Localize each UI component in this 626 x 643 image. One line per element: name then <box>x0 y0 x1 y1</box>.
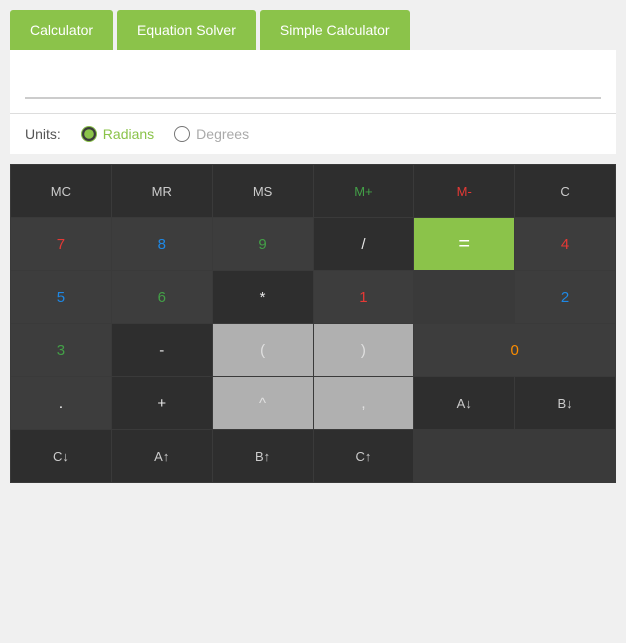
btn-1[interactable]: 1 <box>314 271 414 323</box>
btn-b-down[interactable]: B↓ <box>515 377 615 429</box>
units-row: Units: Radians Degrees <box>10 114 616 154</box>
btn-mc[interactable]: MC <box>11 165 111 217</box>
btn-3[interactable]: 3 <box>11 324 111 376</box>
degrees-radio[interactable] <box>174 126 190 142</box>
degrees-group: Degrees <box>174 126 249 142</box>
btn-b-up[interactable]: B↑ <box>213 430 313 482</box>
display-input[interactable] <box>25 60 601 99</box>
btn-8[interactable]: 8 <box>112 218 212 270</box>
btn-6[interactable]: 6 <box>112 271 212 323</box>
btn-multiply[interactable]: * <box>213 271 313 323</box>
calculator-grid: MC MR MS M+ M- C 7 8 9 / = 4 5 6 * 1 2 3… <box>10 164 616 483</box>
btn-2[interactable]: 2 <box>515 271 615 323</box>
btn-comma[interactable]: , <box>314 377 414 429</box>
btn-0[interactable]: 0 <box>414 324 615 376</box>
tab-equation-solver[interactable]: Equation Solver <box>117 10 256 50</box>
btn-mminus[interactable]: M- <box>414 165 514 217</box>
btn-divide[interactable]: / <box>314 218 414 270</box>
btn-dot[interactable]: . <box>11 377 111 429</box>
btn-4[interactable]: 4 <box>515 218 615 270</box>
radians-label: Radians <box>103 126 154 142</box>
btn-a-down[interactable]: A↓ <box>414 377 514 429</box>
tab-calculator[interactable]: Calculator <box>10 10 113 50</box>
btn-mr[interactable]: MR <box>112 165 212 217</box>
btn-7[interactable]: 7 <box>11 218 111 270</box>
btn-mplus[interactable]: M+ <box>314 165 414 217</box>
btn-ms[interactable]: MS <box>213 165 313 217</box>
degrees-label: Degrees <box>196 126 249 142</box>
btn-close-paren[interactable]: ) <box>314 324 414 376</box>
btn-5[interactable]: 5 <box>11 271 111 323</box>
units-label: Units: <box>25 126 61 142</box>
btn-plus[interactable]: + <box>112 377 212 429</box>
btn-c[interactable]: C <box>515 165 615 217</box>
radians-radio[interactable] <box>81 126 97 142</box>
tab-bar: Calculator Equation Solver Simple Calcul… <box>0 0 626 50</box>
btn-open-paren[interactable]: ( <box>213 324 313 376</box>
display-area <box>10 50 616 109</box>
radians-group: Radians <box>81 126 154 142</box>
tab-simple-calculator[interactable]: Simple Calculator <box>260 10 410 50</box>
btn-minus[interactable]: - <box>112 324 212 376</box>
btn-9[interactable]: 9 <box>213 218 313 270</box>
btn-a-up[interactable]: A↑ <box>112 430 212 482</box>
btn-equals[interactable]: = <box>414 218 514 270</box>
btn-c-down[interactable]: C↓ <box>11 430 111 482</box>
btn-caret[interactable]: ^ <box>213 377 313 429</box>
btn-c-up[interactable]: C↑ <box>314 430 414 482</box>
